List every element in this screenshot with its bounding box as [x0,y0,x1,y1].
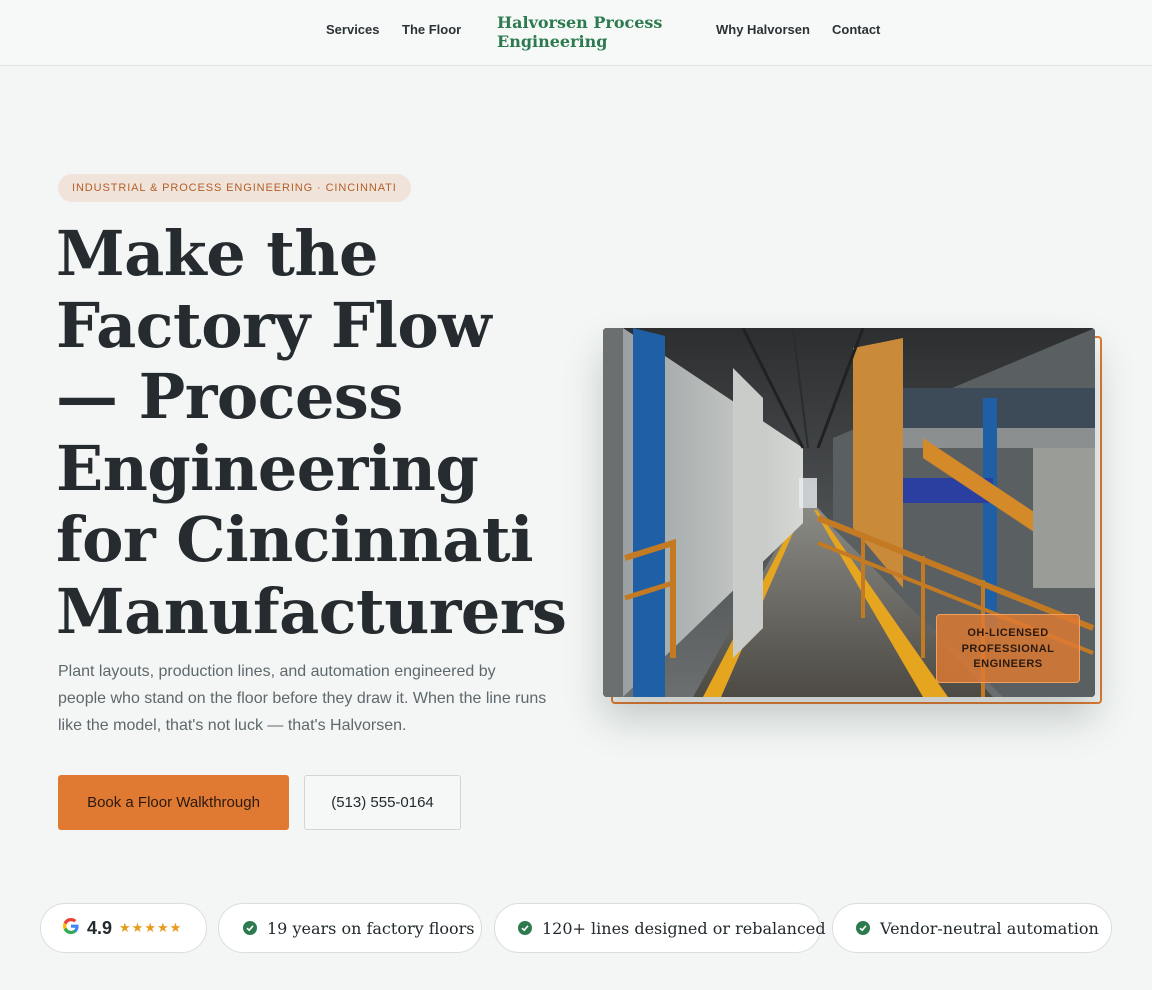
trust-text-lines: 120+ lines designed or rebalanced [542,918,826,938]
check-circle-icon [518,921,532,935]
hero-eyebrow: INDUSTRIAL & PROCESS ENGINEERING · CINCI… [58,174,411,202]
nav-link-services[interactable]: Services [326,22,380,37]
check-circle-icon [243,921,257,935]
trust-pill-vendor: Vendor-neutral automation [832,903,1112,953]
rating-pill: 4.9 ★★★★★ [40,903,207,953]
brand-logo-text[interactable]: Halvorsen Process Engineering [497,13,687,51]
site-header: Services The Floor Halvorsen Process Eng… [0,0,1152,66]
hero-title: Make the Factory Flow — Process Engineer… [56,217,567,648]
trust-pill-lines: 120+ lines designed or rebalanced [494,903,826,953]
nav-link-contact[interactable]: Contact [832,22,880,37]
nav-link-the-floor[interactable]: The Floor [402,22,461,37]
trust-pill-years: 19 years on factory floors [218,903,482,953]
check-circle-icon [856,921,870,935]
trust-text-years: 19 years on factory floors [267,918,475,938]
phone-button[interactable]: (513) 555-0164 [304,775,461,830]
rating-stars: ★★★★★ [119,920,183,936]
licensed-engineers-badge: OH-LICENSED PROFESSIONAL ENGINEERS [936,614,1080,683]
book-walkthrough-button[interactable]: Book a Floor Walkthrough [58,775,289,830]
rating-value: 4.9 [87,917,113,938]
google-g-icon [63,918,79,938]
trust-text-vendor: Vendor-neutral automation [880,918,1099,938]
nav-link-why-halvorsen[interactable]: Why Halvorsen [716,22,810,37]
hero-lead: Plant layouts, production lines, and aut… [58,663,547,734]
